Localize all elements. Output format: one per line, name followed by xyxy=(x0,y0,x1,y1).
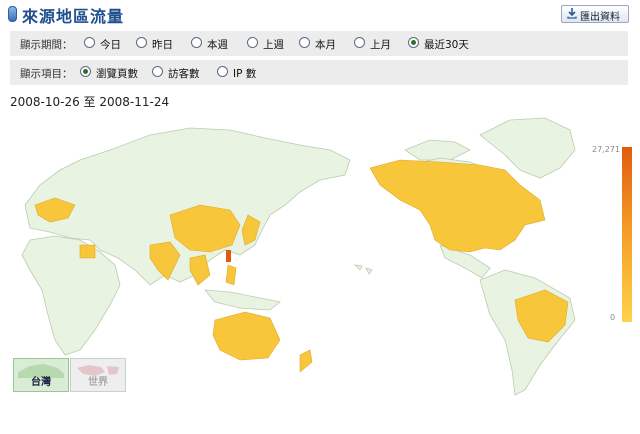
zoom-world-button[interactable]: 世界 xyxy=(70,358,126,392)
period-label: 顯示期間： xyxy=(20,39,73,51)
report-icon xyxy=(8,6,17,22)
period-filter-row: 顯示期間： 今日 昨日 本週 上週 本月 上月 最近30天 xyxy=(10,31,628,56)
legend-min-value: 0 xyxy=(610,313,616,322)
region-north-america-highlight xyxy=(369,159,546,253)
region-australia-highlight xyxy=(212,311,281,361)
zoom-taiwan-label: 台灣 xyxy=(31,377,51,388)
region-arctic-islands xyxy=(404,139,471,161)
radio-selected-icon xyxy=(408,37,419,48)
metric-filter-row: 顯示項目： 瀏覽頁數 訪客數 IP 數 xyxy=(10,60,628,85)
header: 來源地區流量 匯出資料 xyxy=(0,0,640,28)
download-icon xyxy=(567,8,577,22)
radio-selected-icon xyxy=(80,66,91,77)
radio-icon xyxy=(191,37,202,48)
legend-max-value: 27,271 xyxy=(592,145,620,154)
region-philippines-highlight xyxy=(225,264,237,286)
zoom-world-label: 世界 xyxy=(88,377,108,388)
legend-color-scale xyxy=(622,147,632,322)
radio-icon xyxy=(217,66,228,77)
region-hawaii xyxy=(353,264,373,275)
export-data-button[interactable]: 匯出資料 xyxy=(561,5,629,23)
radio-icon xyxy=(152,66,163,77)
region-taiwan-highlight xyxy=(226,250,231,262)
region-africa xyxy=(21,235,121,356)
radio-icon xyxy=(136,37,147,48)
radio-icon xyxy=(354,37,365,48)
world-map[interactable] xyxy=(0,110,600,400)
date-range: 2008-10-26 至 2008-11-24 xyxy=(10,95,170,109)
region-new-zealand-highlight xyxy=(299,349,313,373)
region-indonesia xyxy=(204,289,281,311)
metric-label: 顯示項目： xyxy=(20,68,73,80)
zoom-taiwan-button[interactable]: 台灣 xyxy=(13,358,69,392)
page-title: 來源地區流量 xyxy=(22,7,125,26)
region-egypt-highlight xyxy=(79,244,96,259)
export-data-label: 匯出資料 xyxy=(580,12,620,23)
radio-icon xyxy=(299,37,310,48)
radio-icon xyxy=(247,37,258,48)
radio-icon xyxy=(84,37,95,48)
